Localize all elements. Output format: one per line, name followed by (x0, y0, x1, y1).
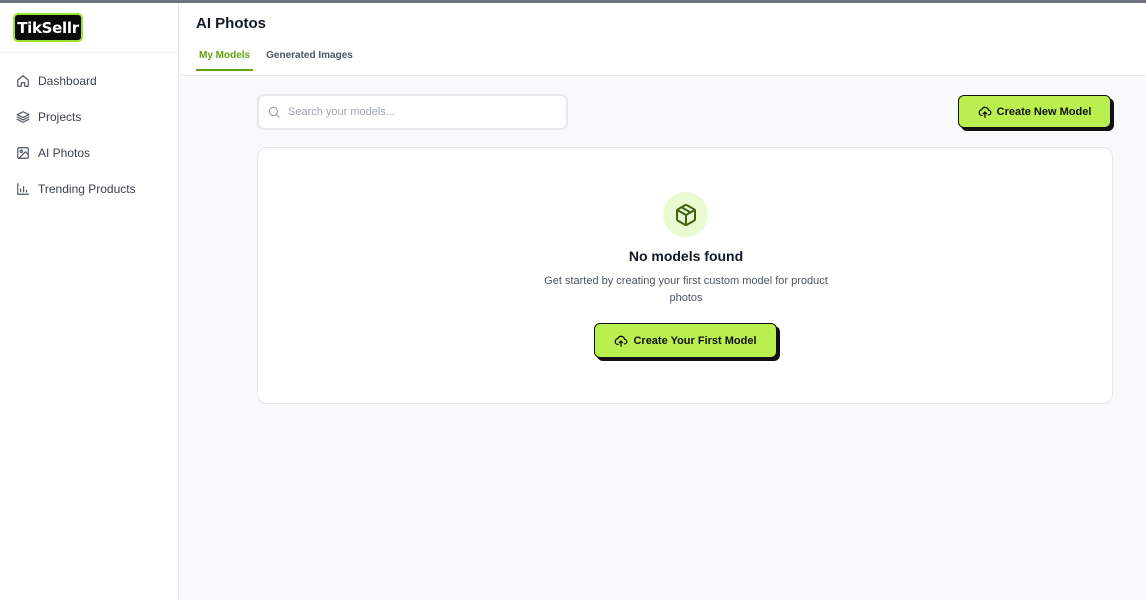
sidebar-item-trending-products[interactable]: Trending Products (0, 171, 178, 207)
tab-my-models[interactable]: My Models (196, 45, 254, 71)
sidebar-item-label: Projects (38, 110, 82, 124)
tab-generated-images[interactable]: Generated Images (263, 45, 356, 71)
sidebar-item-ai-photos[interactable]: AI Photos (0, 135, 178, 171)
sidebar: TikSellr Dashboard Projects AI Photos Tr… (0, 3, 179, 600)
cloud-upload-icon (614, 334, 628, 348)
page-title: AI Photos (196, 15, 266, 32)
image-icon (16, 146, 30, 160)
sidebar-item-label: AI Photos (38, 146, 91, 160)
logo-area: TikSellr (0, 3, 178, 53)
layers-icon (16, 110, 30, 124)
search-input[interactable] (288, 106, 548, 118)
bar-chart-icon (16, 182, 30, 196)
search-box (257, 94, 568, 130)
search-icon (267, 105, 281, 119)
empty-state-card: No models found Get started by creating … (257, 147, 1113, 404)
create-new-model-label: Create New Model (996, 105, 1092, 118)
sidebar-item-projects[interactable]: Projects (0, 99, 178, 135)
tab-bar: My Models Generated Images (196, 45, 366, 73)
empty-state-icon-badge (663, 192, 708, 237)
page-header: AI Photos My Models Generated Images (180, 3, 1146, 76)
sidebar-item-dashboard[interactable]: Dashboard (0, 63, 178, 99)
create-new-model-button[interactable]: Create New Model (958, 95, 1111, 128)
package-icon (675, 203, 696, 226)
sidebar-item-label: Dashboard (38, 74, 97, 88)
cloud-upload-icon (978, 105, 992, 119)
empty-state-title: No models found (628, 248, 744, 264)
main-content: Create New Model No models found Get sta… (180, 77, 1146, 600)
sidebar-nav: Dashboard Projects AI Photos Trending Pr… (0, 63, 178, 207)
empty-state-description: Get started by creating your first custo… (544, 275, 828, 304)
logo[interactable]: TikSellr (13, 13, 83, 42)
home-icon (16, 74, 30, 88)
create-first-model-button[interactable]: Create Your First Model (594, 323, 777, 358)
create-first-model-label: Create Your First Model (633, 334, 757, 347)
sidebar-item-label: Trending Products (38, 182, 136, 196)
